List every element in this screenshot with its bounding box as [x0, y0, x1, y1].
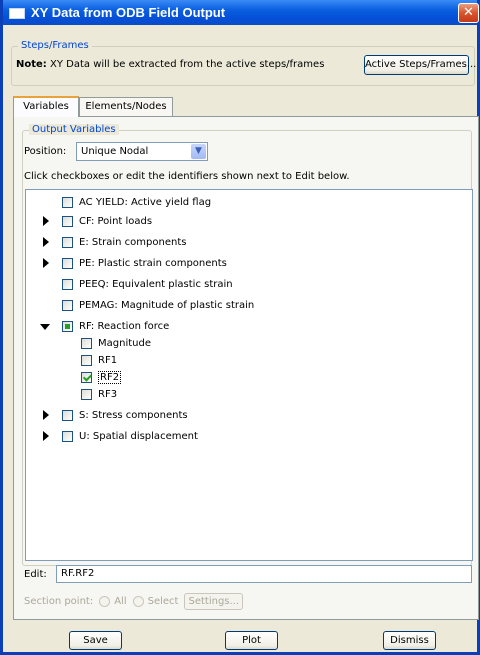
- list-item-label: RF1: [98, 354, 118, 366]
- output-variables-title: Output Variables: [29, 124, 119, 135]
- position-value: Unique Nodal: [81, 146, 149, 157]
- list-item-rf3[interactable]: RF3: [81, 386, 117, 402]
- checkbox[interactable]: [81, 388, 92, 400]
- list-item-label: E: Strain components: [79, 236, 187, 248]
- list-item-label: PE: Plastic strain components: [79, 257, 227, 269]
- list-item-label: S: Stress components: [79, 409, 188, 421]
- collapse-arrow-icon[interactable]: [40, 324, 50, 330]
- expand-arrow-icon[interactable]: [43, 258, 49, 268]
- radio-select-label: Select: [147, 595, 179, 607]
- checkbox[interactable]: [62, 215, 73, 227]
- edit-label: Edit:: [24, 569, 47, 580]
- checkbox[interactable]: [62, 236, 73, 248]
- expand-arrow-icon[interactable]: [43, 237, 49, 247]
- steps-frames-title: Steps/Frames: [18, 40, 92, 51]
- active-steps-frames-button[interactable]: Active Steps/Frames...: [364, 55, 476, 75]
- note-label: Note:: [16, 59, 47, 70]
- window-icon: [9, 8, 25, 19]
- checkbox[interactable]: [81, 337, 92, 349]
- list-item-rf1[interactable]: RF1: [81, 352, 117, 368]
- list-item-label: U: Spatial displacement: [79, 430, 198, 442]
- checkbox[interactable]: [62, 430, 73, 442]
- radio-select[interactable]: [132, 595, 144, 607]
- variables-list[interactable]: AC YIELD: Active yield flag CF: Point lo…: [25, 189, 473, 561]
- instructions-text: Click checkboxes or edit the identifiers…: [24, 171, 350, 182]
- dialog-window: XY Data from ODB Field Output ✕ Steps/Fr…: [0, 0, 480, 655]
- settings-button[interactable]: Settings...: [184, 592, 244, 610]
- list-item-u[interactable]: U: Spatial displacement: [62, 428, 198, 444]
- list-item-pe[interactable]: PE: Plastic strain components: [62, 255, 227, 271]
- section-point-row: Section point: All Select Settings...: [24, 592, 244, 610]
- checkbox[interactable]: [62, 196, 73, 208]
- edit-field[interactable]: RF.RF2: [56, 565, 472, 583]
- list-item-s[interactable]: S: Stress components: [62, 407, 188, 423]
- position-label: Position:: [24, 146, 67, 157]
- list-item-label: RF2: [98, 370, 122, 384]
- checkbox[interactable]: [62, 409, 73, 421]
- chevron-down-icon[interactable]: ▼: [191, 144, 206, 159]
- list-item-label: AC YIELD: Active yield flag: [79, 196, 212, 208]
- list-item-peeq[interactable]: PEEQ: Equivalent plastic strain: [62, 276, 233, 292]
- list-item-label: Magnitude: [98, 337, 151, 349]
- title-bar[interactable]: XY Data from ODB Field Output ✕: [3, 0, 479, 25]
- list-item-rf[interactable]: RF: Reaction force: [62, 318, 169, 334]
- checkbox[interactable]: [81, 354, 92, 366]
- list-item-rf-magnitude[interactable]: Magnitude: [81, 335, 151, 351]
- list-item-pemag[interactable]: PEMAG: Magnitude of plastic strain: [62, 297, 254, 313]
- checkbox[interactable]: [62, 257, 73, 269]
- note-text: XY Data will be extracted from the activ…: [50, 59, 325, 70]
- radio-all-label: All: [114, 595, 127, 607]
- list-item-rf2[interactable]: RF2: [81, 369, 122, 385]
- list-item-label: PEMAG: Magnitude of plastic strain: [79, 299, 255, 311]
- list-item-label: RF: Reaction force: [79, 320, 170, 332]
- list-item-label: RF3: [98, 388, 118, 400]
- list-item-ac-yield[interactable]: AC YIELD: Active yield flag: [62, 194, 211, 210]
- dismiss-button[interactable]: Dismiss: [383, 631, 436, 650]
- save-button[interactable]: Save: [69, 631, 122, 650]
- close-button[interactable]: ✕: [458, 3, 479, 23]
- list-item-label: PEEQ: Equivalent plastic strain: [79, 278, 233, 290]
- radio-all[interactable]: [99, 595, 111, 607]
- expand-arrow-icon[interactable]: [43, 410, 49, 420]
- tab-variables[interactable]: Variables: [13, 96, 79, 117]
- list-item-label: CF: Point loads: [79, 215, 153, 227]
- checkbox-checked[interactable]: [81, 371, 92, 383]
- checkbox-partial[interactable]: [62, 320, 73, 332]
- section-point-label: Section point:: [24, 595, 94, 607]
- list-item-e[interactable]: E: Strain components: [62, 234, 186, 250]
- checkbox[interactable]: [62, 299, 73, 311]
- steps-frames-group: Steps/Frames Note: XY Data will be extra…: [11, 40, 476, 86]
- position-select[interactable]: Unique Nodal ▼: [76, 142, 208, 161]
- checkbox[interactable]: [62, 278, 73, 290]
- expand-arrow-icon[interactable]: [43, 431, 49, 441]
- window-title: XY Data from ODB Field Output: [31, 5, 226, 20]
- expand-arrow-icon[interactable]: [43, 216, 49, 226]
- plot-button[interactable]: Plot: [225, 631, 278, 650]
- list-item-cf[interactable]: CF: Point loads: [62, 213, 152, 229]
- tab-elements-nodes[interactable]: Elements/Nodes: [79, 97, 173, 116]
